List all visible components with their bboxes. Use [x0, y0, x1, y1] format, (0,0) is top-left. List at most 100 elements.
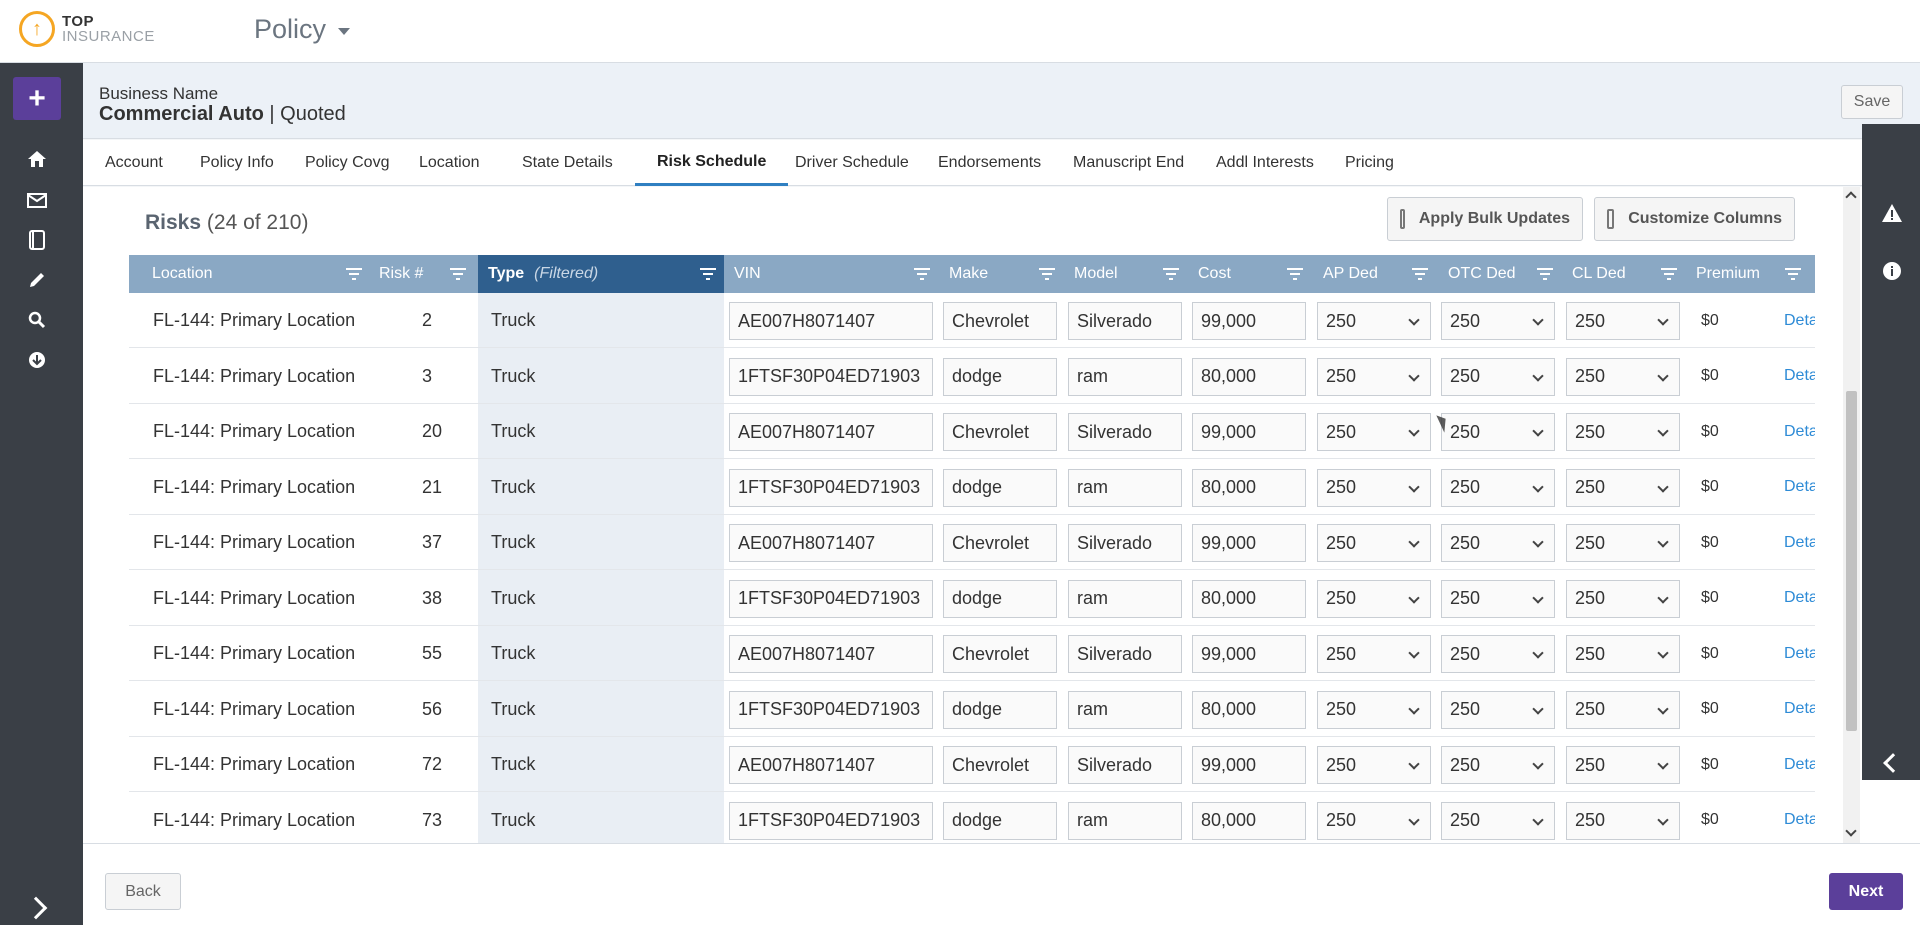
cl-ded-select[interactable]: 250 [1566, 801, 1680, 840]
detail-link[interactable]: Deta [1784, 793, 1815, 844]
detail-link[interactable]: Deta [1784, 515, 1815, 570]
cl-ded-select[interactable]: 250 [1566, 302, 1680, 340]
make-input[interactable]: dodge [943, 357, 1057, 396]
col-ap-ded[interactable]: AP Ded [1313, 255, 1378, 293]
model-input[interactable]: ram [1068, 468, 1182, 507]
cl-ded-select[interactable]: 250 [1566, 357, 1680, 396]
col-model[interactable]: Model [1064, 255, 1118, 293]
ap-ded-select[interactable]: 250 [1317, 635, 1431, 673]
ap-ded-select[interactable]: 250 [1317, 302, 1431, 340]
vin-input[interactable]: 1FTSF30P04ED71903 [729, 690, 933, 729]
cost-input[interactable]: 80,000 [1192, 468, 1306, 507]
otc-ded-select[interactable]: 250 [1441, 635, 1555, 673]
customize-columns-button[interactable]: Customize Columns [1594, 197, 1795, 241]
col-risk-number[interactable]: Risk # [369, 255, 423, 293]
tab-pricing[interactable]: Pricing [1323, 140, 1416, 186]
model-input[interactable]: Silverado [1068, 746, 1182, 784]
ap-ded-select[interactable]: 250 [1317, 357, 1431, 396]
cost-input[interactable]: 99,000 [1192, 413, 1306, 451]
back-button[interactable]: Back [105, 873, 181, 910]
col-vin[interactable]: VIN [724, 255, 761, 293]
tab-risk-schedule[interactable]: Risk Schedule [635, 140, 789, 186]
warning-icon[interactable] [1881, 203, 1903, 228]
filter-icon[interactable] [1785, 268, 1801, 280]
model-input[interactable]: Silverado [1068, 635, 1182, 673]
vin-input[interactable]: 1FTSF30P04ED71903 [729, 357, 933, 396]
filter-icon[interactable] [1163, 268, 1179, 280]
detail-link[interactable]: Deta [1784, 682, 1815, 737]
filter-icon[interactable] [346, 268, 362, 280]
cost-input[interactable]: 80,000 [1192, 690, 1306, 729]
model-input[interactable]: Silverado [1068, 524, 1182, 562]
home-icon[interactable] [24, 146, 50, 172]
detail-link[interactable]: Deta [1784, 571, 1815, 626]
filter-icon[interactable] [700, 268, 716, 280]
save-button[interactable]: Save [1841, 85, 1903, 119]
apply-bulk-updates-button[interactable]: Apply Bulk Updates [1387, 197, 1583, 241]
filter-icon[interactable] [1537, 268, 1553, 280]
cost-input[interactable]: 99,000 [1192, 524, 1306, 562]
vertical-scrollbar[interactable] [1843, 187, 1860, 843]
col-cl-ded[interactable]: CL Ded [1562, 255, 1626, 293]
tab-endorsements[interactable]: Endorsements [916, 140, 1063, 186]
detail-link[interactable]: Deta [1784, 293, 1815, 348]
make-input[interactable]: Chevrolet [943, 524, 1057, 562]
model-input[interactable]: ram [1068, 579, 1182, 618]
cl-ded-select[interactable]: 250 [1566, 746, 1680, 784]
detail-link[interactable]: Deta [1784, 626, 1815, 681]
cl-ded-select[interactable]: 250 [1566, 468, 1680, 507]
col-location[interactable]: Location [142, 255, 213, 293]
col-premium[interactable]: Premium [1686, 255, 1760, 293]
tab-driver-schedule[interactable]: Driver Schedule [773, 140, 931, 186]
otc-ded-select[interactable]: 250 [1441, 302, 1555, 340]
vin-input[interactable]: 1FTSF30P04ED71903 [729, 468, 933, 507]
otc-ded-select[interactable]: 250 [1441, 746, 1555, 784]
tab-state-details[interactable]: State Details [500, 140, 635, 186]
model-input[interactable]: ram [1068, 690, 1182, 729]
filter-icon[interactable] [450, 268, 466, 280]
vin-input[interactable]: AE007H8071407 [729, 635, 933, 673]
collapse-rail-icon[interactable] [1883, 753, 1903, 773]
vin-input[interactable]: AE007H8071407 [729, 524, 933, 562]
cost-input[interactable]: 99,000 [1192, 746, 1306, 784]
make-input[interactable]: Chevrolet [943, 413, 1057, 451]
detail-link[interactable]: Deta [1784, 460, 1815, 515]
col-otc-ded[interactable]: OTC Ded [1438, 255, 1516, 293]
make-input[interactable]: dodge [943, 801, 1057, 840]
otc-ded-select[interactable]: 250 [1441, 524, 1555, 562]
document-icon[interactable] [24, 227, 50, 253]
cost-input[interactable]: 99,000 [1192, 635, 1306, 673]
otc-ded-select[interactable]: 250 [1441, 579, 1555, 618]
ap-ded-select[interactable]: 250 [1317, 468, 1431, 507]
tab-account[interactable]: Account [83, 140, 185, 186]
vin-input[interactable]: 1FTSF30P04ED71903 [729, 579, 933, 618]
scroll-down-icon[interactable] [1845, 825, 1857, 837]
otc-ded-select[interactable]: 250 [1441, 801, 1555, 840]
scroll-up-icon[interactable] [1845, 191, 1857, 203]
detail-link[interactable]: Deta [1784, 349, 1815, 404]
ap-ded-select[interactable]: 250 [1317, 801, 1431, 840]
add-button[interactable]: + [13, 77, 61, 120]
make-input[interactable]: Chevrolet [943, 746, 1057, 784]
make-input[interactable]: Chevrolet [943, 302, 1057, 340]
ap-ded-select[interactable]: 250 [1317, 524, 1431, 562]
cl-ded-select[interactable]: 250 [1566, 579, 1680, 618]
scroll-thumb[interactable] [1846, 391, 1857, 731]
detail-link[interactable]: Deta [1784, 737, 1815, 792]
cost-input[interactable]: 99,000 [1192, 302, 1306, 340]
make-input[interactable]: dodge [943, 468, 1057, 507]
filter-icon[interactable] [1661, 268, 1677, 280]
otc-ded-select[interactable]: 250 [1441, 468, 1555, 507]
make-input[interactable]: dodge [943, 690, 1057, 729]
make-input[interactable]: Chevrolet [943, 635, 1057, 673]
vin-input[interactable]: AE007H8071407 [729, 746, 933, 784]
model-input[interactable]: Silverado [1068, 302, 1182, 340]
tab-manuscript-end[interactable]: Manuscript End [1051, 140, 1206, 186]
mail-icon[interactable] [24, 187, 50, 213]
model-input[interactable]: Silverado [1068, 413, 1182, 451]
cl-ded-select[interactable]: 250 [1566, 635, 1680, 673]
vin-input[interactable]: AE007H8071407 [729, 413, 933, 451]
tab-policy-covg[interactable]: Policy Covg [283, 140, 411, 186]
next-button[interactable]: Next [1829, 873, 1903, 910]
make-input[interactable]: dodge [943, 579, 1057, 618]
